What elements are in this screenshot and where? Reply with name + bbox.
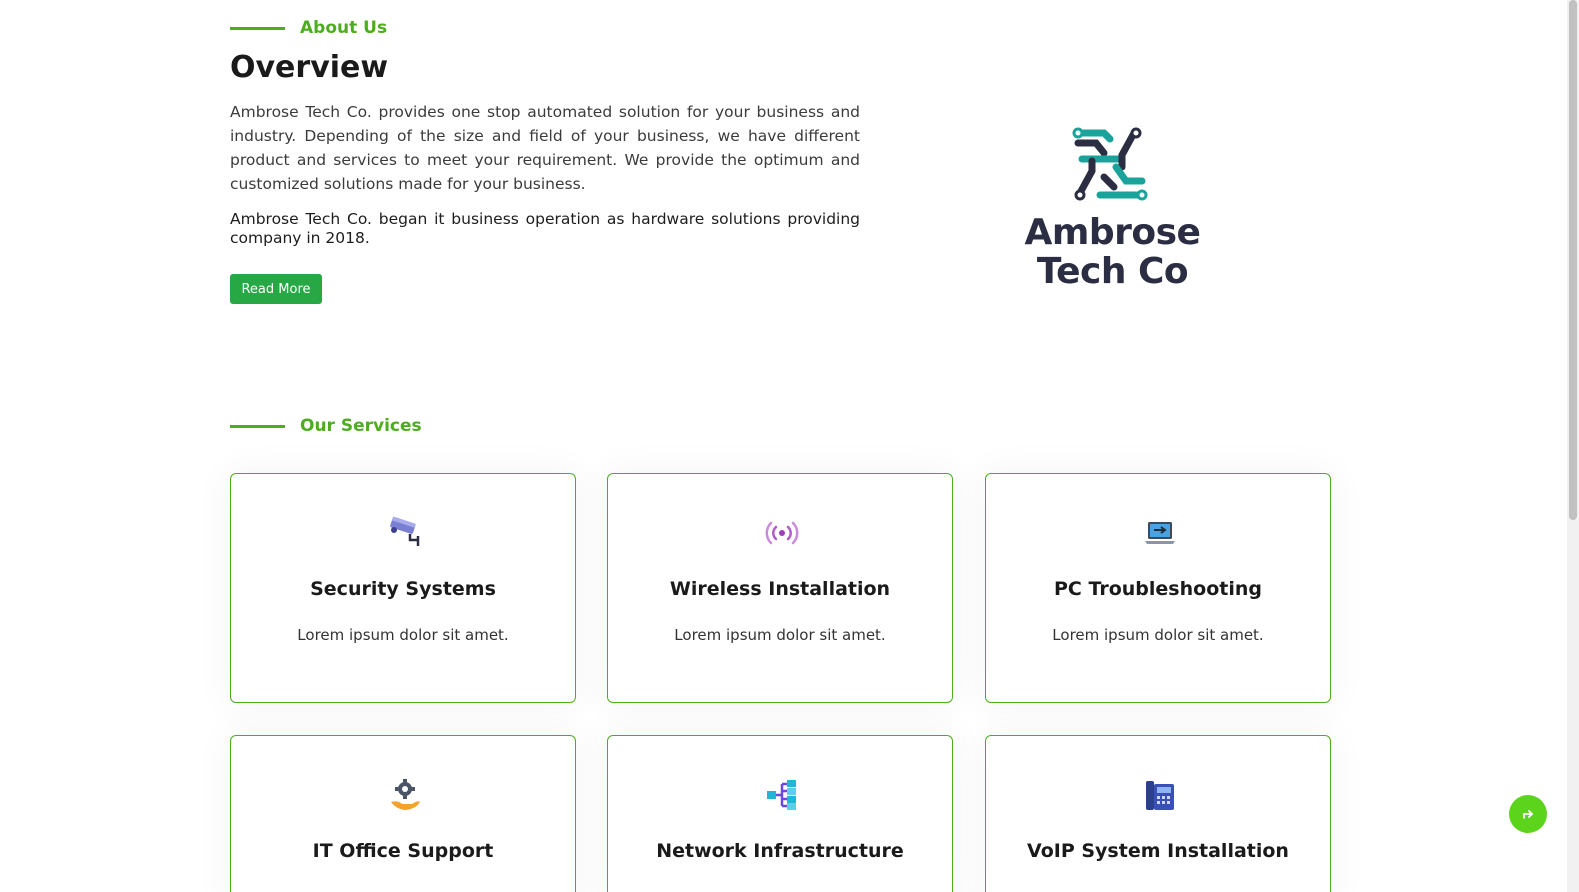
- service-card-it-office-support[interactable]: IT Office Support: [230, 735, 576, 892]
- arrow-up-icon: [1523, 810, 1534, 819]
- logo-wordmark: Ambrose Tech Co: [1020, 213, 1205, 291]
- service-title: IT Office Support: [312, 840, 494, 862]
- laptop-repair-icon: [1145, 522, 1175, 544]
- read-more-button[interactable]: Read More: [230, 274, 322, 304]
- cctv-camera-icon: [390, 516, 420, 546]
- service-title: PC Troubleshooting: [1054, 578, 1262, 600]
- service-card-pc-troubleshooting[interactable]: PC Troubleshooting Lorem ipsum dolor sit…: [985, 473, 1331, 703]
- label-divider: [230, 26, 285, 30]
- logo-line-1: Ambrose: [1024, 212, 1201, 253]
- wireless-signal-icon: [765, 521, 799, 545]
- logo-mark-icon: [1072, 127, 1148, 201]
- desk-phone-icon: [1146, 781, 1174, 810]
- scrollbar-thumb[interactable]: [1569, 0, 1577, 520]
- gear-hand-icon: [391, 779, 420, 810]
- service-card-security-systems[interactable]: Security Systems Lorem ipsum dolor sit a…: [230, 473, 576, 703]
- service-card-voip-system-installation[interactable]: VoIP System Installation: [985, 735, 1331, 892]
- service-description: Lorem ipsum dolor sit amet.: [674, 626, 886, 644]
- service-description: Lorem ipsum dolor sit amet.: [297, 626, 509, 644]
- page: About Us Overview Ambrose Tech Co. provi…: [0, 0, 1579, 892]
- service-title: Network Infrastructure: [656, 840, 904, 862]
- about-section-label: About Us: [230, 18, 387, 38]
- service-title: Wireless Installation: [669, 578, 891, 600]
- back-to-top-button[interactable]: [1509, 795, 1547, 833]
- about-label-text: About Us: [300, 18, 388, 38]
- service-description: Lorem ipsum dolor sit amet.: [1052, 626, 1264, 644]
- network-tree-icon: [767, 780, 796, 810]
- services-section-label: Our Services: [230, 416, 422, 436]
- about-paragraph-1: Ambrose Tech Co. provides one stop autom…: [230, 103, 860, 193]
- service-title: VoIP System Installation: [1027, 840, 1289, 862]
- logo-line-2: Tech Co: [1036, 251, 1189, 292]
- label-divider: [230, 424, 285, 428]
- services-label-text: Our Services: [300, 416, 422, 436]
- service-card-wireless-installation[interactable]: Wireless Installation Lorem ipsum dolor …: [607, 473, 953, 703]
- service-title: Security Systems: [310, 578, 496, 600]
- company-logo: Ambrose Tech Co: [1020, 125, 1205, 295]
- scrollbar[interactable]: [1567, 0, 1579, 892]
- service-card-network-infrastructure[interactable]: Network Infrastructure: [607, 735, 953, 892]
- overview-title: Overview: [230, 50, 389, 85]
- about-paragraph-2: Ambrose Tech Co. began it business opera…: [230, 210, 860, 247]
